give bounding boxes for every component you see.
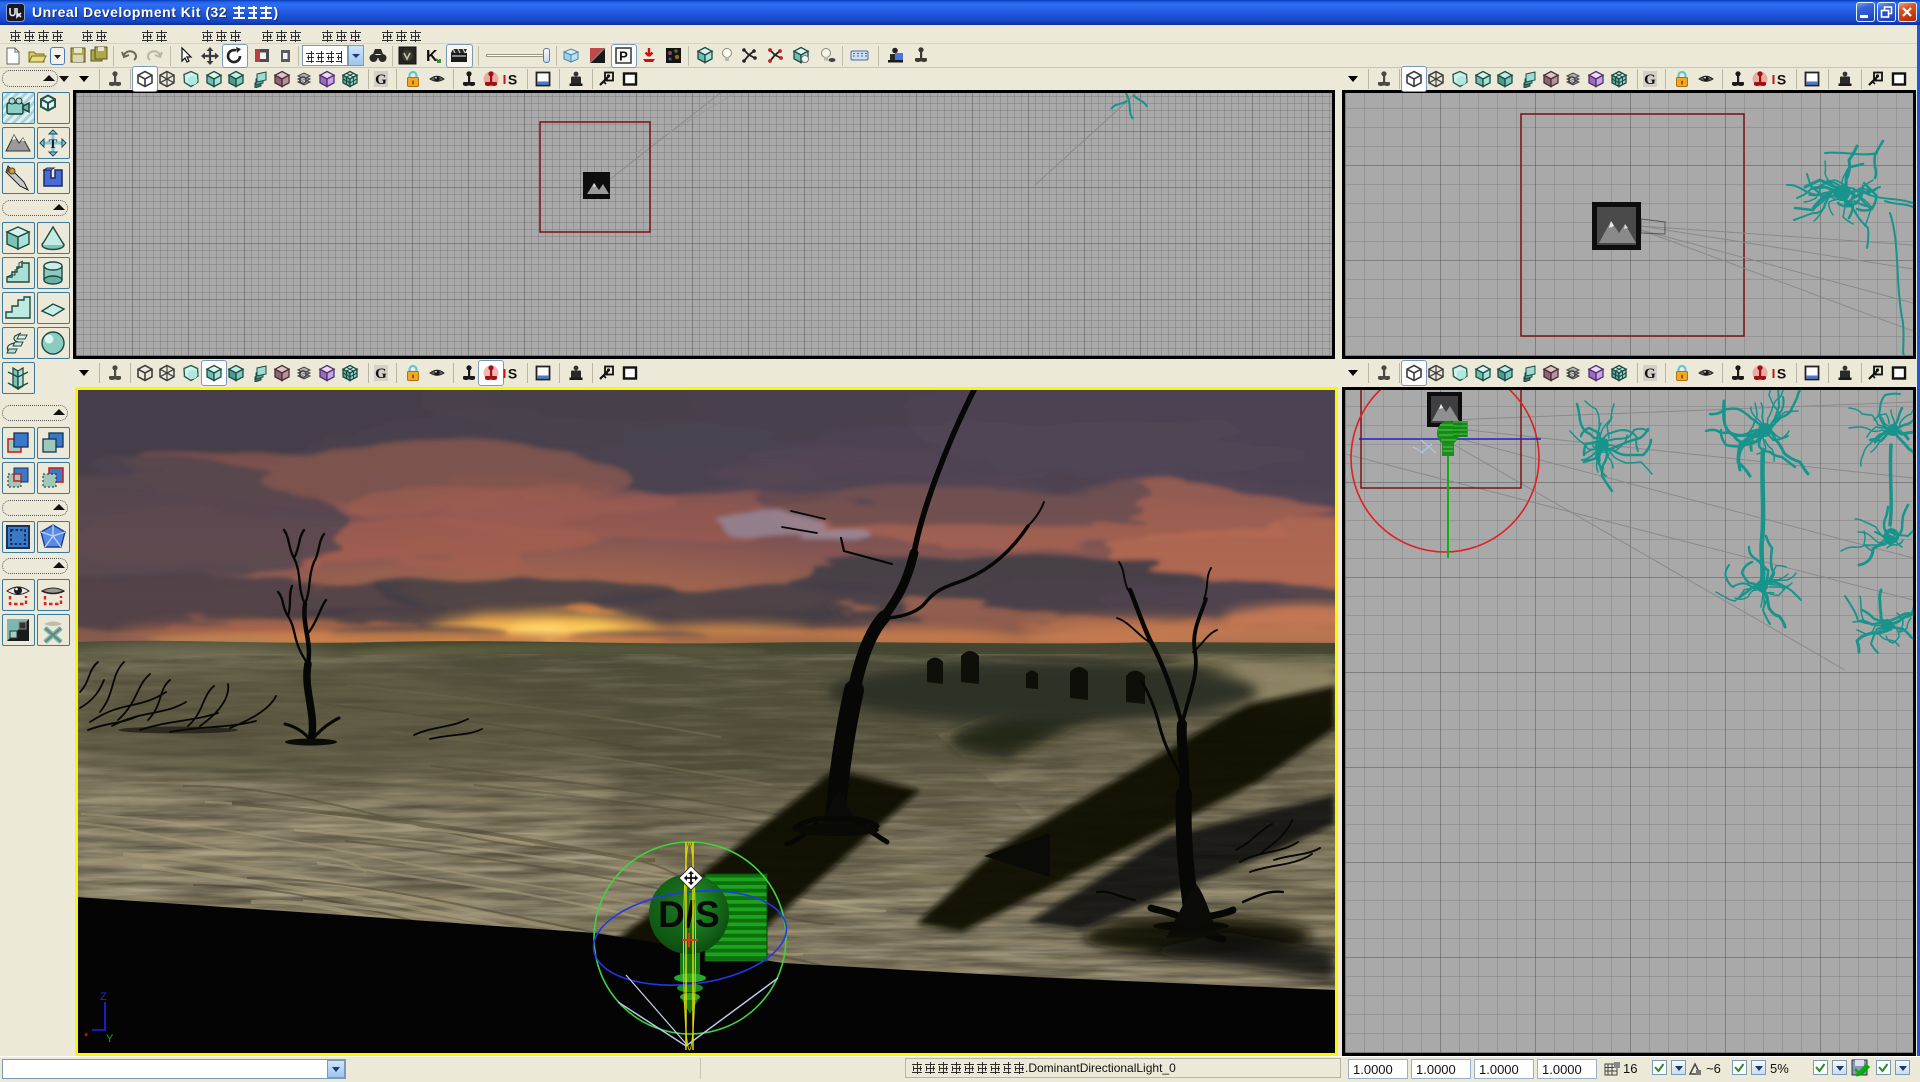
svg-text:T: T	[49, 136, 58, 151]
svg-text:Z: Z	[100, 991, 107, 1003]
svg-text:G: G	[375, 72, 387, 88]
svg-text:G: G	[375, 366, 387, 382]
svg-text:S: S	[1570, 77, 1575, 84]
svg-text:S: S	[1570, 371, 1575, 378]
svg-text:D/S: D/S	[658, 894, 720, 935]
svg-text:*: *	[84, 1031, 89, 1043]
svg-text:S: S	[508, 366, 517, 382]
svg-text:K: K	[426, 48, 438, 65]
svg-text:Y: Y	[106, 1033, 114, 1045]
svg-text:G: G	[1644, 72, 1656, 88]
svg-text:S: S	[1777, 72, 1786, 88]
svg-text:S: S	[508, 72, 517, 88]
svg-text:S: S	[301, 371, 306, 378]
svg-text:S: S	[301, 77, 306, 84]
svg-text:G: G	[1644, 366, 1656, 382]
svg-text:S: S	[1777, 366, 1786, 382]
svg-text:P: P	[619, 49, 628, 64]
